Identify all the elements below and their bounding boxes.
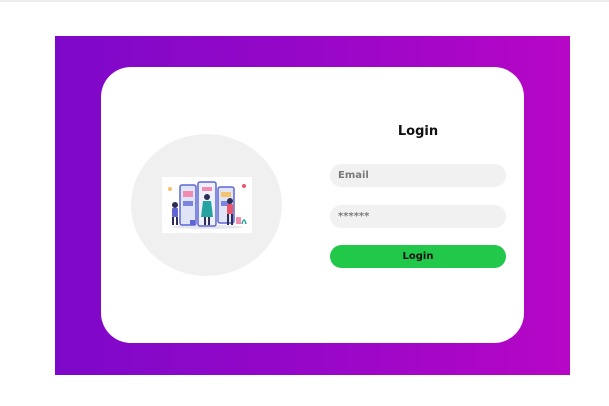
login-button[interactable]: Login [330,245,506,268]
top-divider [0,0,609,2]
email-field[interactable] [330,164,506,187]
shopping-app-illustration-icon [162,177,252,233]
password-field[interactable] [330,205,506,228]
login-title: Login [397,124,439,139]
